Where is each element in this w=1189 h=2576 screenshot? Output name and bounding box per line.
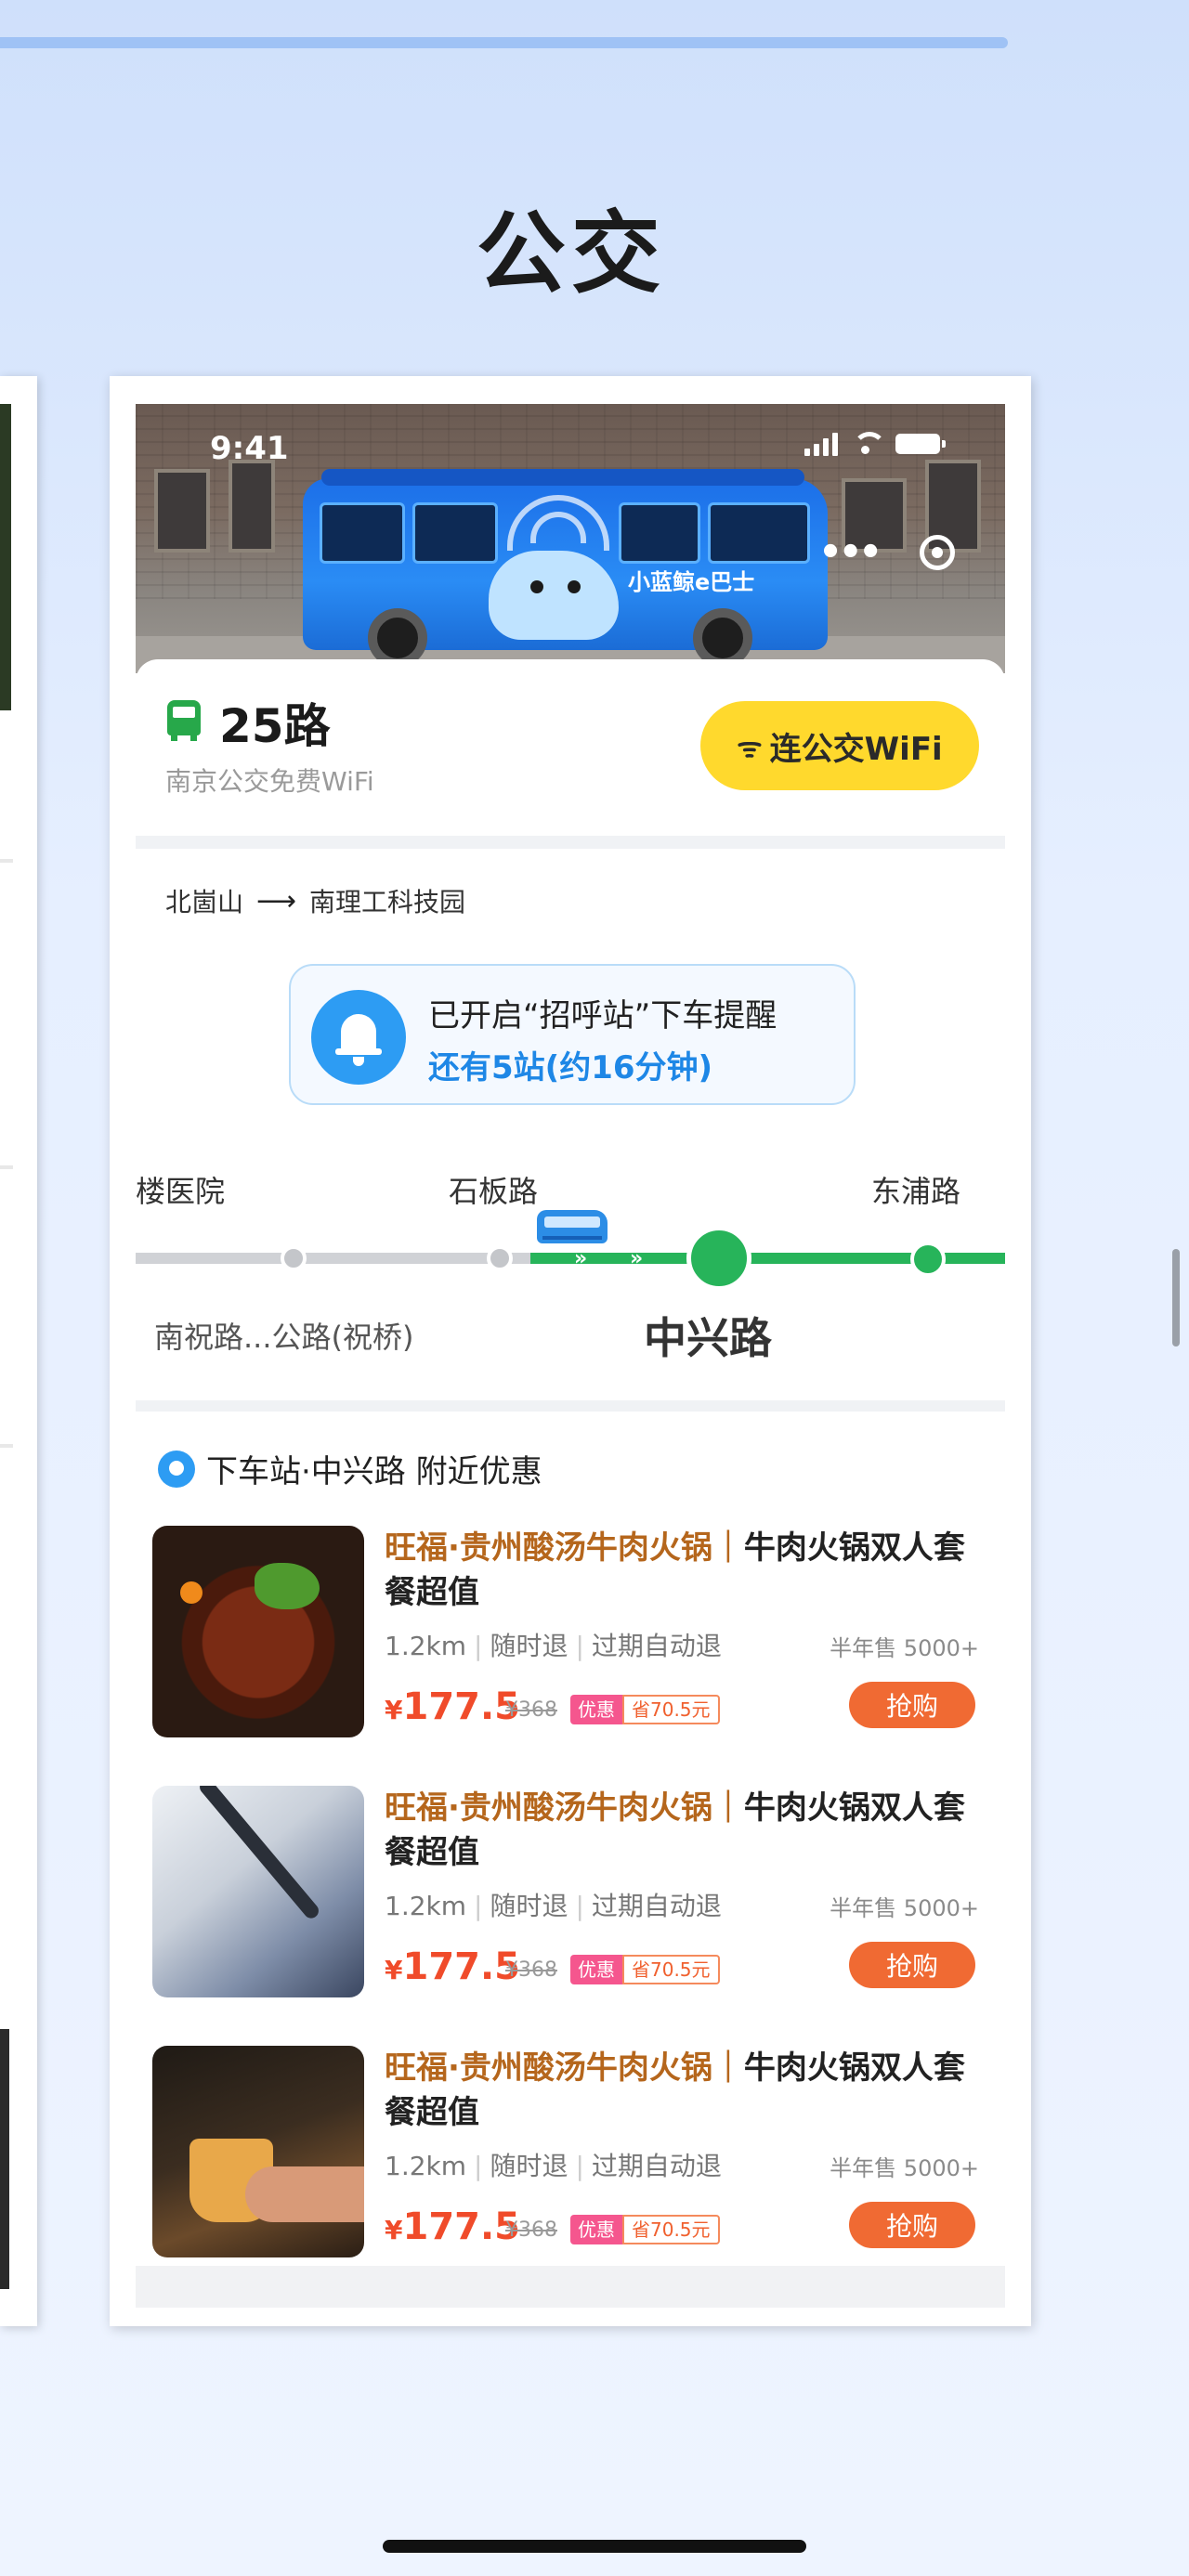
location-pin-icon (158, 1450, 195, 1488)
beer-image (152, 2046, 364, 2257)
nearby-deals-title: 下车站·中兴路 附近优惠 (158, 1446, 542, 1491)
adjacent-card-left[interactable] (0, 376, 37, 2326)
skate-image (152, 1786, 364, 1997)
stop-label: 东浦路 (871, 1174, 961, 1209)
deal-item[interactable]: 旺福·贵州酸汤牛肉火锅｜牛肉火锅双人套餐超值 1.2km | 随时退 | 过期自动退 半… (152, 2046, 988, 2269)
connect-wifi-label: 连公交WiFi (769, 730, 943, 768)
stop-label: 楼医院 (136, 1174, 226, 1209)
deal-savings: 省70.5元 (622, 2215, 720, 2244)
current-stop-node[interactable] (686, 1226, 751, 1291)
bus-illustration: 小蓝鲸e巴士 (303, 469, 828, 668)
chevron-right-icon: » (630, 1247, 644, 1270)
divider (0, 859, 13, 863)
phone-screen-card: 小蓝鲸e巴士 9:41 ••• 25路 南京公交免费WiFi ᯤ 连公交WiFi (110, 376, 1031, 2326)
adjacent-card-image (0, 404, 11, 710)
wifi-status-icon (851, 432, 886, 456)
connect-wifi-button[interactable]: ᯤ 连公交WiFi (700, 701, 979, 790)
route-header: 25路 南京公交免费WiFi ᯤ 连公交WiFi (136, 659, 1005, 836)
direction-arrow-icon: ⟶ (256, 884, 297, 917)
deal-meta: 1.2km | 随时退 | 过期自动退 (385, 1891, 722, 1921)
buy-button[interactable]: 抢购 (849, 2202, 975, 2248)
whale-mascot-icon (489, 551, 619, 640)
deal-item[interactable]: 旺福·贵州酸汤牛肉火锅｜牛肉火锅双人套餐超值 1.2km | 随时退 | 过期自动退 半… (152, 1786, 988, 2009)
bus-hero-image: 小蓝鲸e巴士 9:41 ••• (136, 404, 1005, 673)
wifi-icon: ᯤ (737, 731, 763, 764)
deal-original-price: ¥368 (505, 1698, 557, 1722)
deal-sold-count: 半年售 5000+ (830, 1895, 979, 1921)
route-destination: 南理工科技园 (309, 887, 466, 917)
deal-savings: 省70.5元 (622, 1695, 720, 1724)
hotpot-image (152, 1526, 364, 1737)
section-divider (136, 836, 1005, 849)
close-target-icon[interactable] (920, 535, 955, 570)
stop-label: 石板路 (449, 1174, 539, 1209)
stop-node[interactable] (910, 1242, 946, 1277)
stop-node[interactable] (281, 1245, 307, 1271)
deal-title: 旺福·贵州酸汤牛肉火锅｜牛肉火锅双人套餐超值 (385, 1529, 965, 1611)
bus-brand-text: 小蓝鲸e巴士 (628, 569, 755, 595)
deal-price: ¥177.5 (385, 2205, 521, 2248)
more-icon[interactable]: ••• (818, 531, 882, 574)
scrollbar-thumb[interactable] (1172, 1249, 1180, 1347)
buy-button[interactable]: 抢购 (849, 1682, 975, 1728)
alight-reminder-card[interactable]: 已开启“招呼站”下车提醒 还有5站(约16分钟) (289, 964, 856, 1105)
page-heading: 公交 (477, 202, 666, 306)
deal-meta: 1.2km | 随时退 | 过期自动退 (385, 2151, 722, 2181)
route-subtitle: 南京公交免费WiFi (165, 766, 374, 797)
nearby-deals-label: 下车站·中兴路 附近优惠 (206, 1453, 542, 1490)
deal-sold-count: 半年售 5000+ (830, 1635, 979, 1661)
deal-savings: 省70.5元 (622, 1955, 720, 1984)
passed-track (136, 1253, 530, 1264)
adjacent-card-image (0, 2029, 9, 2289)
deal-sold-count: 半年售 5000+ (830, 2155, 979, 2181)
deal-original-price: ¥368 (505, 1958, 557, 1982)
deal-title: 旺福·贵州酸汤牛肉火锅｜牛肉火锅双人套餐超值 (385, 2049, 965, 2131)
deal-tag: 优惠 (570, 1955, 622, 1984)
deal-price: ¥177.5 (385, 1945, 521, 1988)
route-origin: 北崮山 (165, 887, 244, 917)
status-time: 9:41 (210, 430, 289, 467)
bus-icon (165, 700, 203, 741)
bell-icon (311, 990, 406, 1085)
section-divider (136, 1400, 1005, 1412)
deal-title: 旺福·贵州酸汤牛肉火锅｜牛肉火锅双人套餐超值 (385, 1789, 965, 1871)
deal-tag: 优惠 (570, 2215, 622, 2244)
current-stop-name: 中兴路 (644, 1313, 772, 1363)
deal-item[interactable]: 旺福·贵州酸汤牛肉火锅｜牛肉火锅双人套餐超值 1.2km | 随时退 | 过期自动退 半… (152, 1526, 988, 1749)
card-footer-strip (136, 2266, 1005, 2308)
deal-original-price: ¥368 (505, 2218, 557, 2242)
miniprogram-capsule: ••• (818, 531, 955, 574)
reminder-remaining: 还有5站(约16分钟) (428, 1049, 713, 1086)
route-direction[interactable]: 北崮山 ⟶ 南理工科技园 (165, 882, 465, 919)
top-divider-line (0, 37, 1008, 48)
status-icons (804, 432, 946, 456)
stop-node[interactable] (487, 1245, 513, 1271)
deal-meta: 1.2km | 随时退 | 过期自动退 (385, 1631, 722, 1661)
cellular-signal-icon (804, 432, 838, 456)
buy-button[interactable]: 抢购 (849, 1942, 975, 1988)
chevron-right-icon: » (574, 1247, 588, 1270)
home-indicator[interactable] (383, 2540, 806, 2553)
route-name: 25路 (219, 699, 331, 753)
deal-tag: 优惠 (570, 1695, 622, 1724)
divider (0, 1444, 13, 1448)
divider (0, 1165, 13, 1169)
reminder-status: 已开启“招呼站”下车提醒 (428, 997, 777, 1034)
bus-position-icon (537, 1210, 608, 1243)
deal-price: ¥177.5 (385, 1685, 521, 1728)
battery-icon (895, 434, 946, 454)
stop-label: 南祝路...公路(祝桥) (154, 1320, 414, 1355)
